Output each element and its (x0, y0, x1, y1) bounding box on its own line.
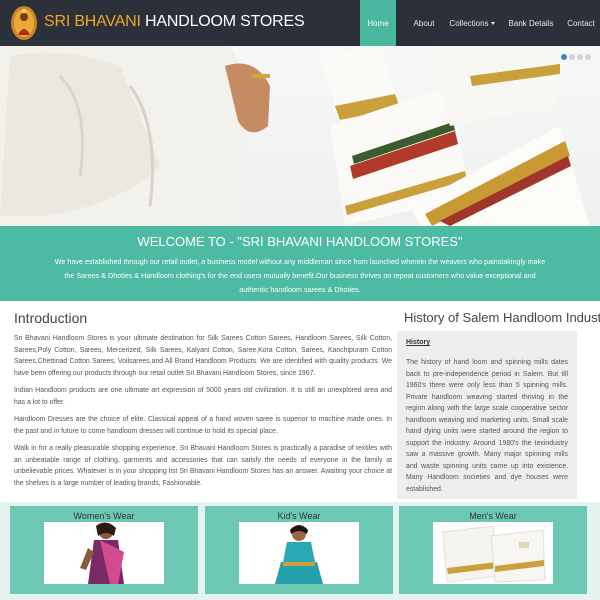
main-nav: Home About Collections Bank Details Cont… (360, 0, 600, 46)
history-box[interactable]: History The history of hand loom and spi… (397, 331, 577, 499)
category-label: Men's Wear (469, 511, 517, 521)
slider-dot[interactable] (569, 54, 575, 60)
hero-dhoti-image (0, 46, 590, 226)
history-title: History of Salem Handloom Industry (404, 310, 600, 325)
category-card-kids[interactable]: Kid's Wear (205, 506, 393, 594)
intro-paragraph: Indian Handloom products are one ultimat… (14, 387, 392, 406)
intro-text: Sri Bhavani Handloom Stores is your ulti… (14, 333, 392, 499)
slider-dot[interactable] (585, 54, 591, 60)
nav-about[interactable]: About (404, 0, 444, 46)
slider-dots (561, 54, 591, 60)
intro-title: Introduction (14, 310, 88, 326)
women-wear-image (44, 522, 164, 584)
history-text: The history of hand loom and spinning mi… (406, 359, 568, 493)
category-label: Women's Wear (73, 511, 135, 521)
welcome-section: WELCOME TO - "SRI BHAVANI HANDLOOM STORE… (0, 226, 600, 301)
nav-contact[interactable]: Contact (562, 0, 600, 46)
brand-name[interactable]: SRI BHAVANI HANDLOOM STORES (44, 13, 305, 31)
brand-name-part2: HANDLOOM STORES (145, 13, 305, 30)
intro-paragraph: Walk in for a really pleasurable shoppin… (14, 445, 392, 487)
nav-home[interactable]: Home (360, 0, 396, 46)
category-card-women[interactable]: Women's Wear (10, 506, 198, 594)
kids-wear-image (239, 522, 359, 584)
nav-collections-label: Collections (449, 18, 489, 28)
mens-wear-image (433, 522, 553, 584)
hero-slider[interactable] (0, 46, 600, 226)
welcome-text: We have established through our retail o… (54, 257, 546, 294)
history-heading: History (406, 339, 431, 346)
intro-paragraph: Handloom Dresses are the choice of elite… (14, 416, 392, 435)
welcome-title: WELCOME TO - "SRI BHAVANI HANDLOOM STORE… (137, 234, 463, 249)
slider-dot[interactable] (561, 54, 567, 60)
caret-down-icon (490, 21, 495, 25)
category-card-men[interactable]: Men's Wear (399, 506, 587, 594)
intro-paragraph: Sri Bhavani Handloom Stores is your ulti… (14, 335, 392, 377)
deity-logo-icon[interactable] (10, 5, 38, 41)
navbar: SRI BHAVANI HANDLOOM STORES Home About C… (0, 0, 600, 46)
nav-collections[interactable]: Collections (444, 0, 500, 46)
slider-dot[interactable] (577, 54, 583, 60)
brand-name-part1: SRI BHAVANI (44, 13, 141, 30)
category-label: Kid's Wear (277, 511, 321, 521)
nav-bank-details[interactable]: Bank Details (500, 0, 562, 46)
